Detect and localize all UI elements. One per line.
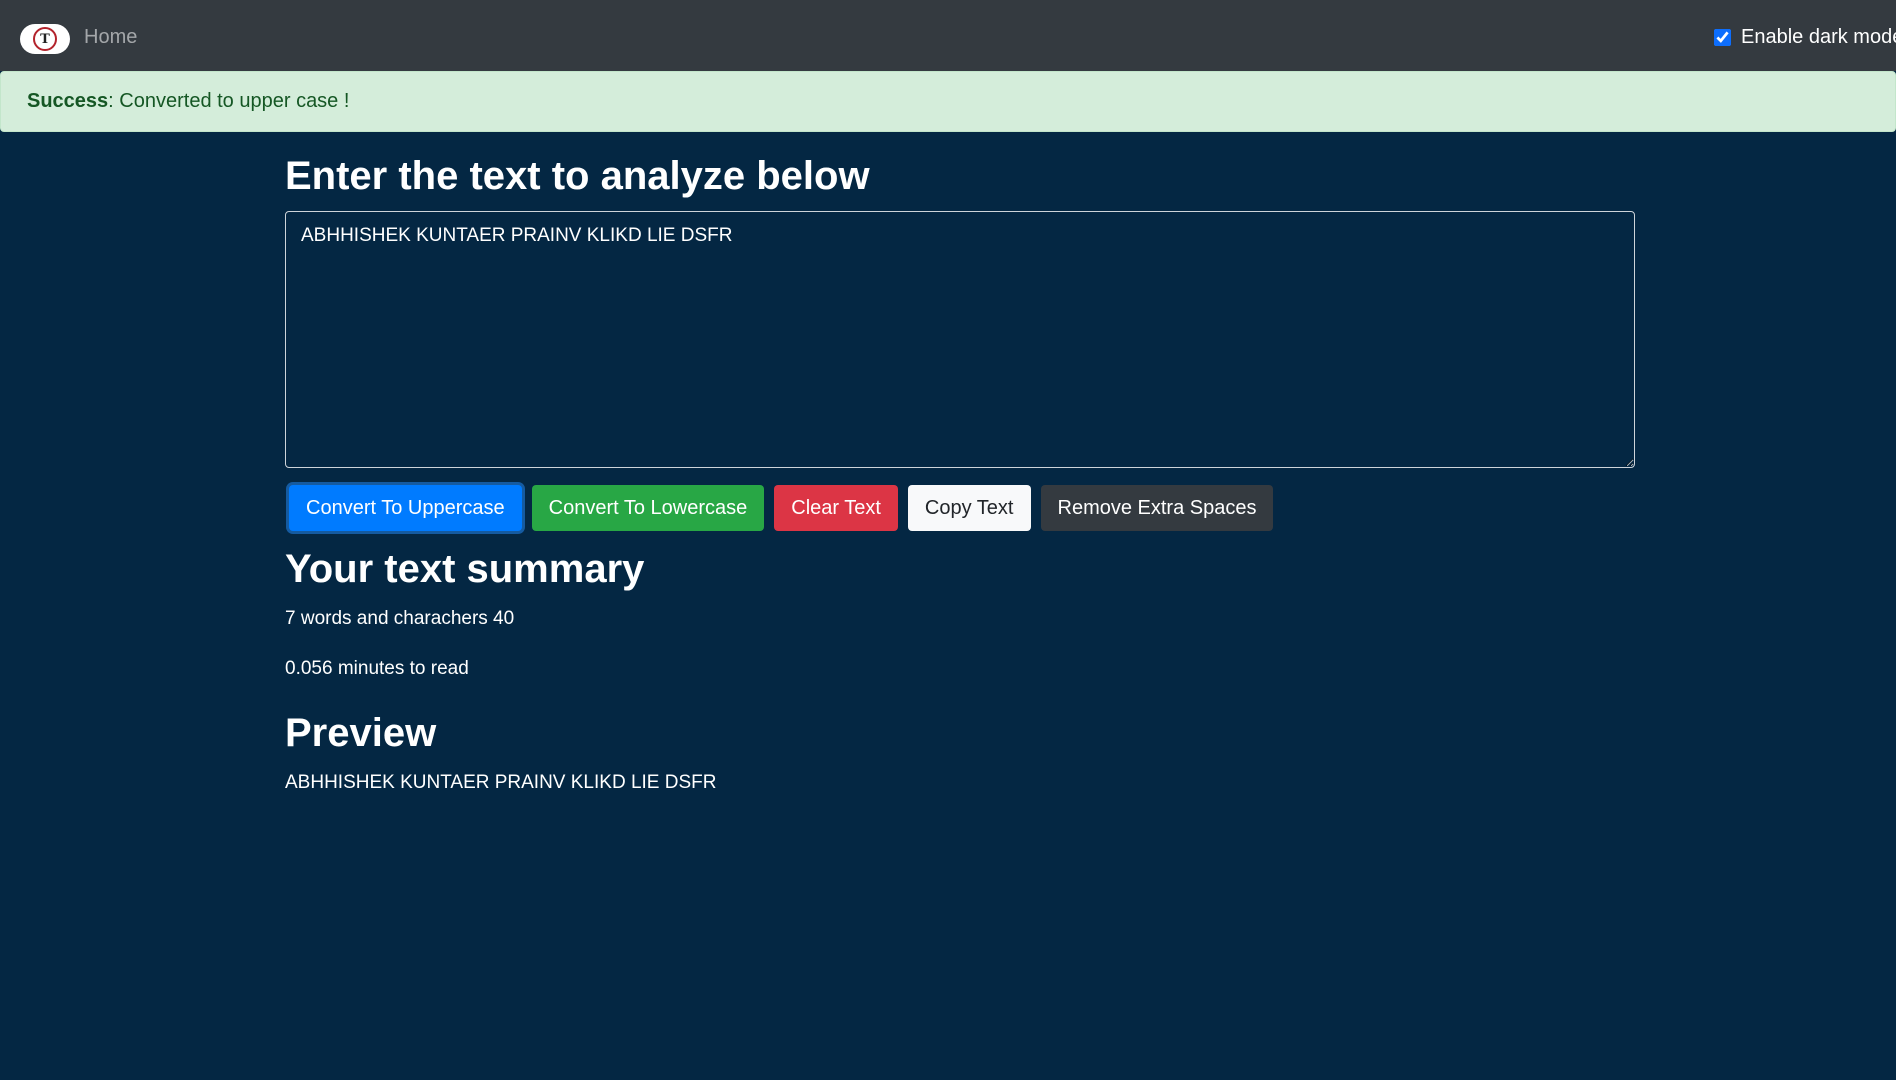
convert-uppercase-button[interactable]: Convert To Uppercase	[289, 485, 522, 531]
textarea-wrapper	[285, 211, 1635, 468]
logo-icon: T	[33, 27, 57, 51]
word-char-count: 7 words and charachers 40	[285, 608, 515, 629]
page-title: Enter the text to analyze below	[285, 154, 870, 198]
preview-text: ABHHISHEK KUNTAER PRAINV KLIKD LIE DSFR	[285, 772, 717, 793]
dark-mode-label: Enable dark mode	[1741, 26, 1896, 48]
read-time: 0.056 minutes to read	[285, 658, 469, 679]
brand-logo[interactable]: T	[20, 24, 70, 54]
copy-text-button[interactable]: Copy Text	[907, 485, 1031, 531]
brand-letter: T	[40, 31, 50, 47]
success-alert: Success: Converted to upper case !	[0, 71, 1896, 132]
action-buttons: Convert To Uppercase Convert To Lowercas…	[285, 485, 1635, 531]
dark-mode-toggle[interactable]: Enable dark mode	[1714, 24, 1896, 50]
text-input-area[interactable]	[285, 211, 1635, 468]
summary-heading: Your text summary	[285, 547, 645, 591]
preview-heading: Preview	[285, 711, 437, 755]
nav-link-home[interactable]: Home	[84, 24, 137, 50]
navbar: T Home Enable dark mode	[0, 0, 1896, 71]
convert-lowercase-button[interactable]: Convert To Lowercase	[531, 485, 765, 531]
dark-mode-checkbox[interactable]	[1714, 28, 1731, 46]
remove-extra-spaces-button[interactable]: Remove Extra Spaces	[1040, 485, 1274, 531]
main-container: Enter the text to analyze below Convert …	[285, 132, 1635, 795]
clear-text-button[interactable]: Clear Text	[774, 485, 898, 531]
alert-message: : Converted to upper case !	[108, 90, 350, 112]
alert-type-label: Success	[27, 90, 109, 112]
